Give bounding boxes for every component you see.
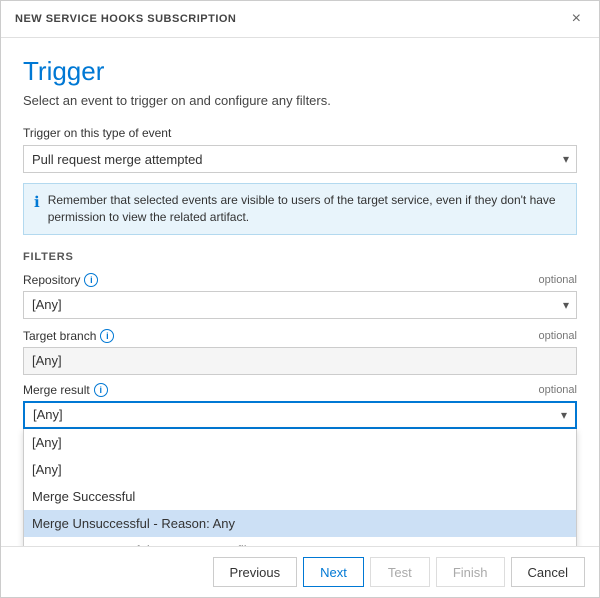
merge-result-filter-label: Merge result i — [23, 383, 108, 397]
merge-result-filter-header: Merge result i optional — [23, 383, 577, 397]
merge-result-value: [Any] — [33, 407, 63, 422]
merge-result-option-4[interactable]: Merge Unsuccessful - Reason: Conflicts — [24, 537, 576, 546]
repository-filter-header: Repository i optional — [23, 273, 577, 287]
dialog-body: Trigger Select an event to trigger on an… — [1, 38, 599, 546]
target-branch-input[interactable] — [23, 347, 577, 375]
merge-result-info-icon[interactable]: i — [94, 383, 108, 397]
dialog-header: NEW SERVICE HOOKS SUBSCRIPTION × — [1, 1, 599, 38]
page-title: Trigger — [23, 56, 577, 87]
repository-select-wrapper: [Any] ▾ — [23, 291, 577, 319]
repository-filter-row: Repository i optional [Any] ▾ — [23, 273, 577, 319]
target-branch-filter-header: Target branch i optional — [23, 329, 577, 343]
finish-button[interactable]: Finish — [436, 557, 505, 587]
info-box: ℹ Remember that selected events are visi… — [23, 183, 577, 235]
merge-result-option-1[interactable]: [Any] — [24, 456, 576, 483]
merge-result-option-2[interactable]: Merge Successful — [24, 483, 576, 510]
event-type-select-wrapper: Pull request merge attempted ▾ — [23, 145, 577, 173]
target-branch-filter-label: Target branch i — [23, 329, 114, 343]
merge-result-menu: [Any] [Any] Merge Successful Merge Unsuc… — [23, 429, 577, 546]
merge-result-option-0[interactable]: [Any] — [24, 429, 576, 456]
event-type-select[interactable]: Pull request merge attempted — [23, 145, 577, 173]
merge-result-filter-row: Merge result i optional [Any] ▾ [Any] [A… — [23, 383, 577, 429]
info-text: Remember that selected events are visibl… — [48, 192, 566, 226]
merge-result-chevron-icon: ▾ — [561, 408, 567, 422]
target-branch-optional: optional — [538, 330, 577, 342]
dialog: NEW SERVICE HOOKS SUBSCRIPTION × Trigger… — [0, 0, 600, 598]
repository-select[interactable]: [Any] — [23, 291, 577, 319]
target-branch-filter-row: Target branch i optional — [23, 329, 577, 375]
test-button[interactable]: Test — [370, 557, 430, 587]
dialog-title: NEW SERVICE HOOKS SUBSCRIPTION — [15, 13, 236, 25]
target-branch-info-icon[interactable]: i — [100, 329, 114, 343]
merge-result-dropdown: [Any] ▾ [Any] [Any] Merge Successful Mer… — [23, 401, 577, 429]
event-type-label: Trigger on this type of event — [23, 126, 577, 140]
repository-optional: optional — [538, 274, 577, 286]
cancel-button[interactable]: Cancel — [511, 557, 585, 587]
merge-result-option-3[interactable]: Merge Unsuccessful - Reason: Any — [24, 510, 576, 537]
repository-info-icon[interactable]: i — [84, 273, 98, 287]
previous-button[interactable]: Previous — [213, 557, 298, 587]
info-icon: ℹ — [34, 193, 40, 211]
dialog-footer: Previous Next Test Finish Cancel — [1, 546, 599, 597]
filters-label: FILTERS — [23, 251, 577, 263]
merge-result-optional: optional — [538, 384, 577, 396]
next-button[interactable]: Next — [303, 557, 364, 587]
close-button[interactable]: × — [568, 9, 585, 29]
repository-filter-label: Repository i — [23, 273, 98, 287]
page-subtitle: Select an event to trigger on and config… — [23, 93, 577, 108]
merge-result-trigger[interactable]: [Any] ▾ — [23, 401, 577, 429]
